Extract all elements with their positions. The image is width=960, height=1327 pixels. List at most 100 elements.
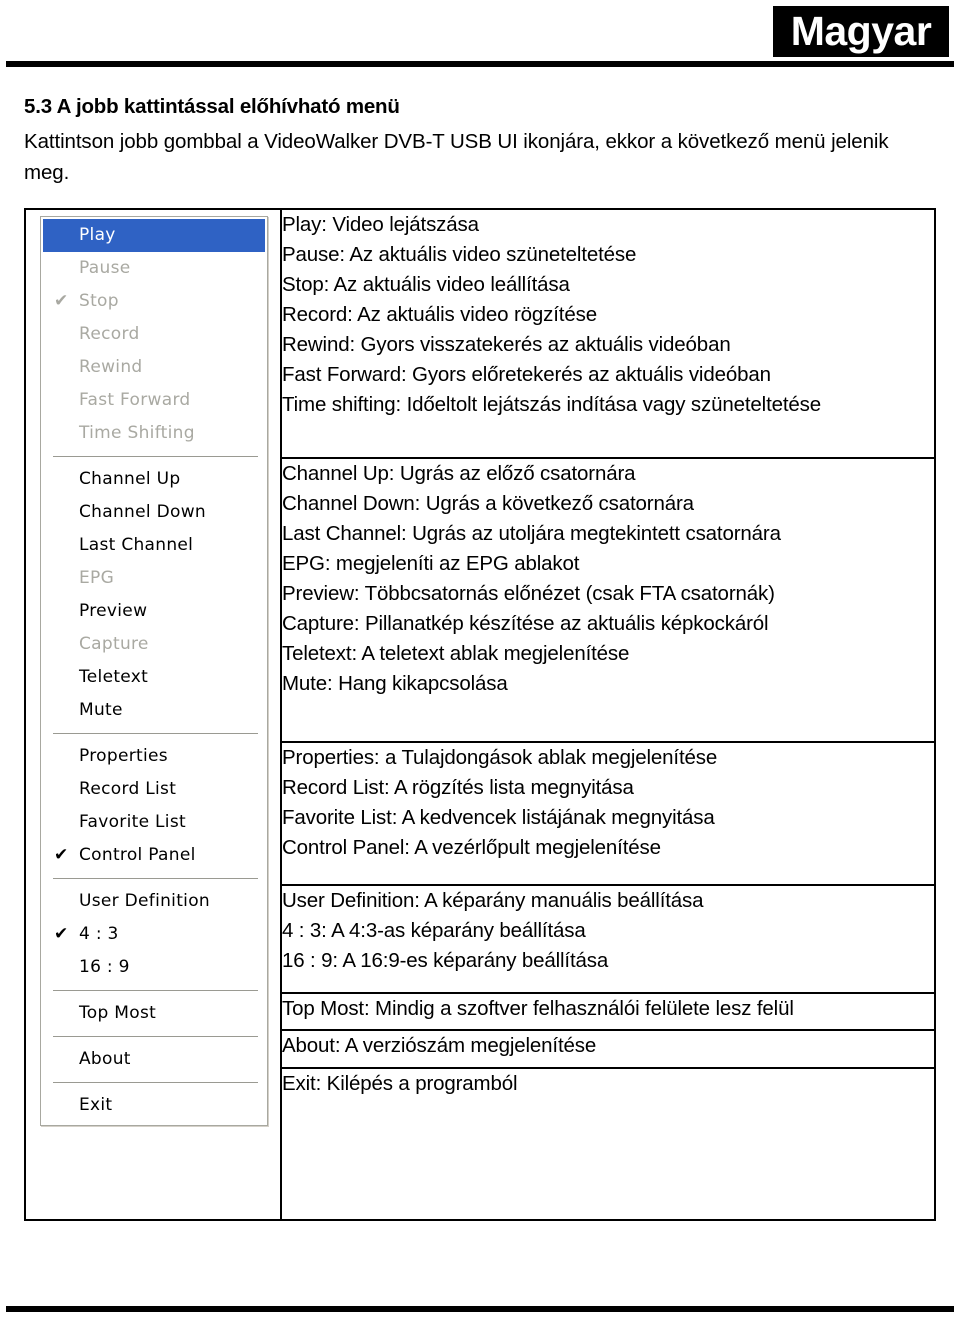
menu-item-label: Play bbox=[79, 225, 116, 245]
menu-item-record[interactable]: Record bbox=[41, 318, 267, 351]
check-icon bbox=[54, 351, 72, 384]
menu-item-capture[interactable]: Capture bbox=[41, 628, 267, 661]
description-line: Control Panel: A vezérlőpult megjeleníté… bbox=[282, 835, 661, 859]
check-icon bbox=[54, 529, 72, 562]
check-icon bbox=[54, 773, 72, 806]
menu-item-epg[interactable]: EPG bbox=[41, 562, 267, 595]
check-icon: ✔ bbox=[54, 291, 69, 311]
check-icon bbox=[54, 951, 72, 984]
menu-item-label: 16 : 9 bbox=[79, 957, 130, 977]
check-icon bbox=[54, 384, 72, 417]
menu-item-label: Pause bbox=[79, 258, 131, 278]
description-line: Pause: Az aktuális video szüneteltetése bbox=[282, 243, 637, 266]
menu-item-preview[interactable]: Preview bbox=[41, 595, 267, 628]
menu-item-label: Control Panel bbox=[79, 845, 196, 865]
menu-item-play[interactable]: Play bbox=[43, 219, 265, 252]
description-block-channels: Channel Up: Ugrás az előző csatornára Ch… bbox=[280, 456, 936, 743]
check-icon bbox=[54, 806, 72, 839]
check-icon bbox=[54, 1043, 72, 1076]
menu-separator bbox=[53, 456, 258, 457]
description-line: 4 : 3: A 4:3-as képarány beállítása bbox=[282, 918, 586, 942]
description-block-aspect-ratio: User Definition: A képarány manuális beá… bbox=[280, 883, 936, 994]
menu-item-pause[interactable]: Pause bbox=[41, 252, 267, 285]
check-icon bbox=[54, 417, 72, 450]
check-icon bbox=[54, 694, 72, 727]
menu-item-stop[interactable]: ✔ Stop bbox=[41, 285, 267, 318]
menu-item-last-channel[interactable]: Last Channel bbox=[41, 529, 267, 562]
menu-item-label: Properties bbox=[79, 746, 168, 766]
menu-item-label: Capture bbox=[79, 634, 149, 654]
page-title: 5.3 A jobb kattintással előhívható menü bbox=[24, 95, 400, 118]
check-icon: ✔ bbox=[54, 845, 69, 865]
menu-item-favorite-list[interactable]: Favorite List bbox=[41, 806, 267, 839]
menu-item-channel-up[interactable]: Channel Up bbox=[41, 463, 267, 496]
context-menu[interactable]: Play Pause ✔ Stop Record Rewind Fast For… bbox=[40, 216, 268, 1126]
menu-item-fast-forward[interactable]: Fast Forward bbox=[41, 384, 267, 417]
menu-item-user-definition[interactable]: User Definition bbox=[41, 885, 267, 918]
menu-item-control-panel[interactable]: ✔ Control Panel bbox=[41, 839, 267, 872]
description-line: Channel Down: Ugrás a következő csatorná… bbox=[282, 491, 694, 515]
description-line: Fast Forward: Gyors előretekerés az aktu… bbox=[282, 363, 771, 386]
table-row: Play Pause ✔ Stop Record Rewind Fast For… bbox=[24, 208, 936, 1221]
check-icon bbox=[54, 318, 72, 351]
menu-separator bbox=[53, 1082, 258, 1083]
menu-item-label: 4 : 3 bbox=[79, 924, 119, 944]
check-icon bbox=[54, 997, 72, 1030]
description-line: About: A verziószám megjelenítése bbox=[282, 1034, 597, 1058]
menu-item-label: Rewind bbox=[79, 357, 143, 377]
description-line: Preview: Többcsatornás előnézet (csak FT… bbox=[282, 581, 775, 605]
description-line: Channel Up: Ugrás az előző csatornára bbox=[282, 461, 636, 485]
check-icon bbox=[54, 496, 72, 529]
menu-item-time-shifting[interactable]: Time Shifting bbox=[41, 417, 267, 450]
language-badge: Magyar bbox=[773, 6, 949, 57]
menu-item-label: Teletext bbox=[79, 667, 149, 687]
description-block-exit: Exit: Kilépés a programból bbox=[280, 1067, 936, 1221]
check-icon bbox=[54, 562, 72, 595]
menu-item-about[interactable]: About bbox=[41, 1043, 267, 1076]
menu-item-label: Favorite List bbox=[79, 812, 186, 832]
description-line: Time shifting: Időeltolt lejátszás indít… bbox=[282, 393, 822, 416]
menu-item-aspect-4-3[interactable]: ✔ 4 : 3 bbox=[41, 918, 267, 951]
menu-item-label: Channel Down bbox=[79, 502, 206, 522]
check-icon bbox=[54, 252, 72, 285]
menu-item-teletext[interactable]: Teletext bbox=[41, 661, 267, 694]
menu-item-label: Time Shifting bbox=[79, 423, 195, 443]
menu-item-label: User Definition bbox=[79, 891, 210, 911]
check-icon bbox=[54, 885, 72, 918]
menu-item-label: Top Most bbox=[79, 1003, 157, 1023]
context-menu-screenshot-cell: Play Pause ✔ Stop Record Rewind Fast For… bbox=[24, 208, 282, 1221]
menu-item-label: Preview bbox=[79, 601, 148, 621]
menu-item-exit[interactable]: Exit bbox=[41, 1089, 267, 1122]
description-line: Exit: Kilépés a programból bbox=[282, 1072, 518, 1095]
check-icon bbox=[54, 463, 72, 496]
menu-reference-table: Play Pause ✔ Stop Record Rewind Fast For… bbox=[24, 208, 936, 1221]
description-line: EPG: megjeleníti az EPG ablakot bbox=[282, 551, 580, 575]
description-line: Record List: A rögzítés lista megnyitása bbox=[282, 775, 634, 799]
description-block-windows: Properties: a Tulajdongások ablak megjel… bbox=[280, 740, 936, 886]
check-icon bbox=[54, 595, 72, 628]
description-block-playback: Play: Video lejátszása Pause: Az aktuáli… bbox=[280, 208, 936, 459]
menu-item-mute[interactable]: Mute bbox=[41, 694, 267, 727]
menu-separator bbox=[53, 1036, 258, 1037]
menu-item-top-most[interactable]: Top Most bbox=[41, 997, 267, 1030]
check-icon bbox=[54, 740, 72, 773]
description-line: Record: Az aktuális video rögzítése bbox=[282, 303, 597, 326]
menu-item-rewind[interactable]: Rewind bbox=[41, 351, 267, 384]
description-line: 16 : 9: A 16:9-es képarány beállítása bbox=[282, 948, 609, 972]
description-line: Top Most: Mindig a szoftver felhasználói… bbox=[282, 996, 794, 1020]
menu-item-aspect-16-9[interactable]: 16 : 9 bbox=[41, 951, 267, 984]
menu-group: User Definition ✔ 4 : 3 16 : 9 bbox=[41, 885, 267, 984]
description-line: Teletext: A teletext ablak megjelenítése bbox=[282, 641, 630, 665]
menu-item-channel-down[interactable]: Channel Down bbox=[41, 496, 267, 529]
menu-group: Channel Up Channel Down Last Channel EPG… bbox=[41, 463, 267, 727]
menu-item-record-list[interactable]: Record List bbox=[41, 773, 267, 806]
description-line: User Definition: A képarány manuális beá… bbox=[282, 888, 704, 912]
description-block-top-most: Top Most: Mindig a szoftver felhasználói… bbox=[280, 991, 936, 1032]
menu-group: About bbox=[41, 1043, 267, 1076]
description-line: Capture: Pillanatkép készítése az aktuál… bbox=[282, 611, 769, 635]
description-line: Mute: Hang kikapcsolása bbox=[282, 671, 508, 695]
check-icon bbox=[54, 661, 72, 694]
menu-item-properties[interactable]: Properties bbox=[41, 740, 267, 773]
description-block-about: About: A verziószám megjelenítése bbox=[280, 1029, 936, 1069]
menu-item-label: Record bbox=[79, 324, 140, 344]
